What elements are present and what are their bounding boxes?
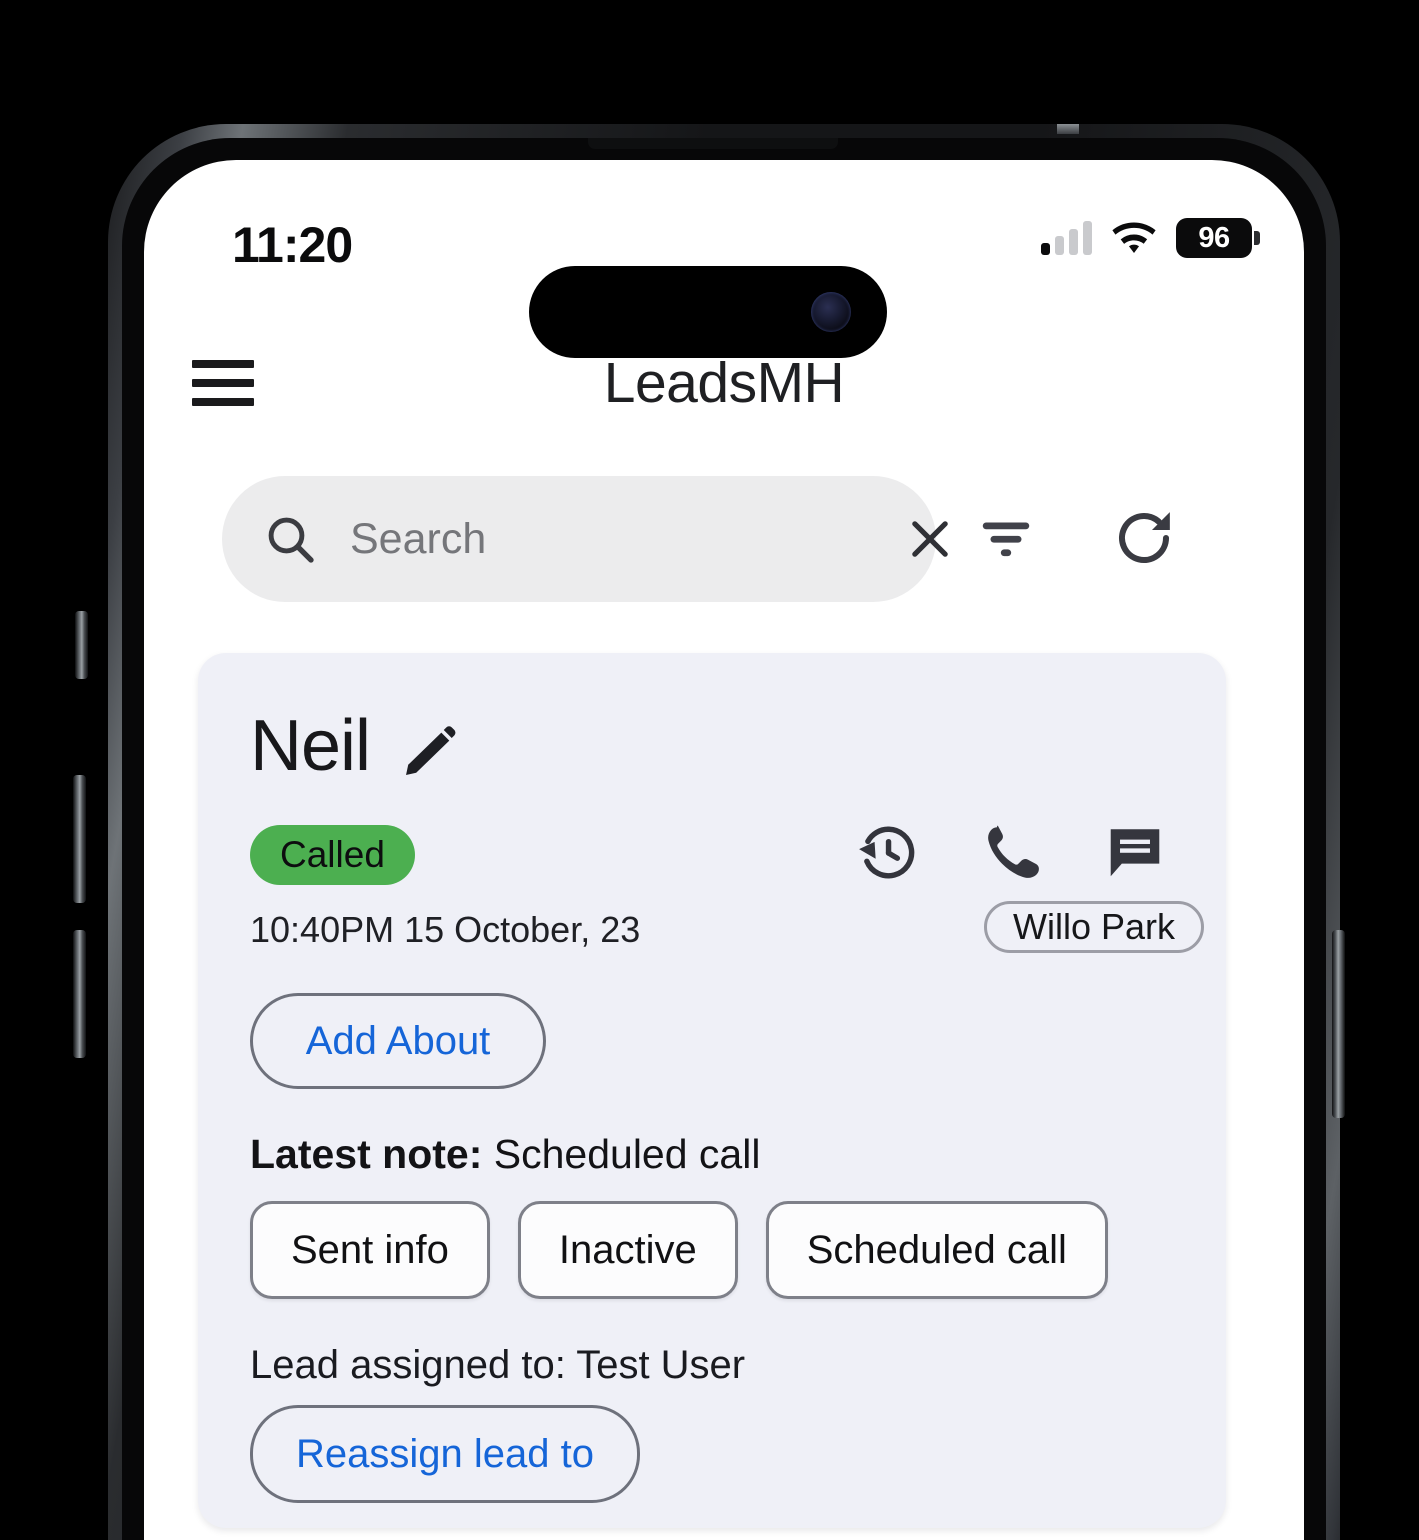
lead-timestamp: 10:40PM 15 October, 23	[250, 909, 641, 950]
volume-down-button[interactable]	[73, 930, 86, 1058]
front-camera-icon	[811, 292, 851, 332]
note-chip-list: Sent info Inactive Scheduled call	[250, 1201, 1108, 1299]
search-field-container[interactable]	[222, 476, 948, 602]
antenna-band	[1057, 124, 1079, 134]
latest-note-label: Latest note:	[250, 1131, 483, 1177]
filter-button[interactable]	[966, 498, 1046, 578]
history-icon[interactable]	[856, 821, 918, 883]
pencil-icon[interactable]	[400, 723, 458, 781]
phone-icon[interactable]	[980, 821, 1042, 883]
status-indicators: 96	[1041, 218, 1260, 258]
close-icon[interactable]	[904, 513, 956, 565]
area-chip[interactable]: Willo Park	[983, 901, 1204, 953]
lead-status-row: Called	[250, 825, 1174, 897]
power-button[interactable]	[1332, 930, 1345, 1118]
cellular-signal-icon	[1041, 221, 1092, 255]
message-icon[interactable]	[1104, 821, 1166, 883]
assigned-to-text: Lead assigned to: Test User	[250, 1343, 746, 1387]
latest-note-value: Scheduled call	[493, 1131, 761, 1177]
battery-tip	[1254, 231, 1260, 245]
latest-note: Latest note: Scheduled call	[250, 1131, 760, 1178]
add-about-button[interactable]: Add About	[250, 993, 546, 1089]
note-chip[interactable]: Inactive	[517, 1201, 738, 1299]
volume-up-button[interactable]	[73, 775, 86, 903]
filter-icon	[982, 522, 1030, 557]
lead-action-icons	[856, 821, 1166, 883]
screenshot-stage: 11:20 96 LeadsMH Search Neil Called 10:4…	[0, 0, 1419, 1540]
status-bar: 11:20 96	[144, 204, 1304, 358]
status-badge[interactable]: Called	[250, 825, 415, 885]
refresh-icon	[1118, 512, 1170, 564]
note-chip[interactable]: Scheduled call	[765, 1201, 1108, 1299]
refresh-button[interactable]	[1104, 498, 1184, 578]
lead-card: Neil Called 10:40PM 15 October, 23 Willo…	[198, 653, 1226, 1528]
battery-percent: 96	[1198, 221, 1230, 254]
note-chip[interactable]: Sent info	[250, 1201, 490, 1299]
search-icon	[268, 517, 314, 563]
mute-switch-button[interactable]	[75, 611, 88, 679]
phone-screen: 11:20 96 LeadsMH Search Neil Called 10:4…	[144, 160, 1304, 1540]
lead-name-row: Neil	[250, 705, 458, 787]
wifi-icon	[1112, 222, 1156, 253]
app-bar: LeadsMH	[144, 328, 1304, 438]
earpiece-speaker	[588, 138, 838, 149]
status-clock: 11:20	[232, 217, 353, 273]
lead-name: Neil	[250, 706, 371, 786]
page-title: LeadsMH	[603, 351, 845, 415]
search-input[interactable]	[350, 514, 904, 564]
search-toolbar	[144, 460, 1304, 610]
battery-icon: 96	[1176, 218, 1260, 258]
reassign-lead-button[interactable]: Reassign lead to	[250, 1405, 640, 1503]
